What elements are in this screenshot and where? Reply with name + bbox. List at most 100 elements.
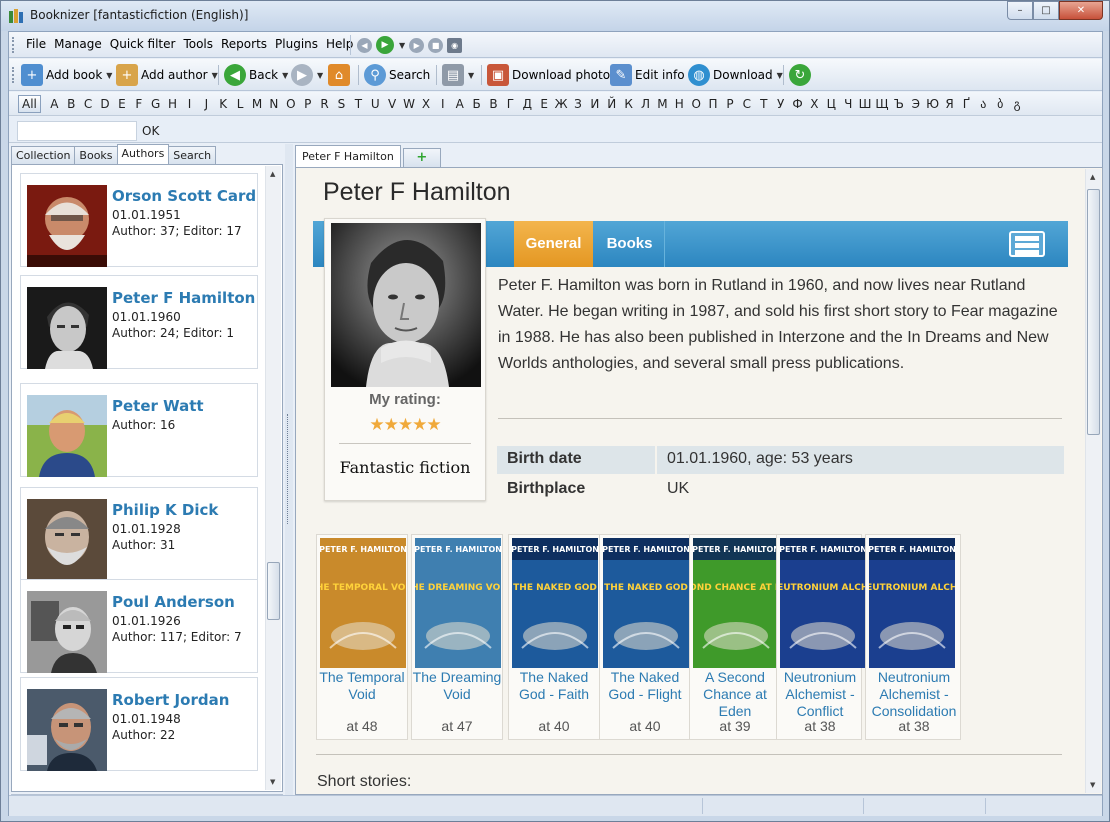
alphabet-letter[interactable]: В [485, 96, 502, 112]
book-title[interactable]: Neutronium Alchemist - Conflict [777, 669, 863, 720]
alphabet-letter[interactable]: C [80, 96, 97, 112]
alphabet-letter[interactable]: T [350, 96, 367, 112]
author-card[interactable]: Philip K Dick 01.01.1928 Author: 31 [20, 487, 258, 581]
chevron-down-icon[interactable]: ▼ [399, 41, 405, 50]
alphabet-letter[interactable]: Р [722, 96, 739, 112]
alphabet-letter[interactable]: X [417, 96, 434, 112]
download-button[interactable]: ◍ Download ▼ [688, 64, 783, 86]
alphabet-letter[interactable]: О [688, 96, 705, 112]
print-button[interactable]: ▤ ▼ [442, 64, 474, 86]
book-cover[interactable]: PETER F. HAMILTON THE NEUTRONIUM ALCHEMIS… [780, 538, 866, 668]
alphabet-letter[interactable]: U [367, 96, 384, 112]
chevron-down-icon[interactable]: ▼ [777, 71, 783, 80]
alphabet-letter[interactable]: A [46, 96, 63, 112]
book-title[interactable]: Neutronium Alchemist - Consolidation [866, 669, 962, 720]
chevron-down-icon[interactable]: ▼ [212, 71, 218, 80]
scroll-up-icon[interactable]: ▲ [1090, 173, 1095, 181]
alphabet-letter[interactable]: Ш [857, 96, 874, 112]
alphabet-letter[interactable]: Щ [874, 96, 891, 112]
alphabet-letter[interactable]: Ґ [958, 96, 975, 112]
alphabet-letter[interactable]: Й [603, 96, 620, 112]
tab-collection[interactable]: Collection [11, 146, 76, 164]
camera-icon[interactable]: ◉ [447, 37, 463, 53]
chevron-down-icon[interactable]: ▼ [468, 71, 474, 80]
filter-ok-button[interactable]: OK [142, 124, 159, 138]
alphabet-letter[interactable]: Я [941, 96, 958, 112]
author-name[interactable]: Robert Jordan [112, 691, 229, 709]
author-name[interactable]: Peter F Hamilton [112, 289, 255, 307]
book-card[interactable]: PETER F. HAMILTON THE NEUTRONIUM ALCHEMIS… [776, 534, 866, 740]
alphabet-all-button[interactable]: All [18, 95, 41, 113]
book-title[interactable]: A Second Chance at Eden [690, 669, 780, 720]
alphabet-letter[interactable]: К [620, 96, 637, 112]
alphabet-letter[interactable]: Д [519, 96, 536, 112]
book-card[interactable]: PETER F. HAMILTON THE NAKED GOD The Naked … [508, 534, 600, 740]
download-photo-button[interactable]: ▣ Download photo [487, 64, 610, 86]
menu-file[interactable]: File [23, 37, 49, 51]
alphabet-letter[interactable]: Л [637, 96, 654, 112]
scroll-thumb[interactable] [1087, 189, 1100, 435]
book-cover[interactable]: PETER F. HAMILTON THE NAKED GOD [512, 538, 598, 668]
alphabet-letter[interactable]: I [181, 96, 198, 112]
author-list-scrollbar[interactable]: ▲ ▼ [265, 166, 281, 790]
tab-books[interactable]: Books [595, 221, 665, 267]
back-button[interactable]: ◀ Back ▼ [224, 64, 288, 86]
alphabet-letter[interactable]: Ф [789, 96, 806, 112]
tab-search[interactable]: Search [168, 146, 217, 164]
forward-button[interactable]: ▶ ▼ [291, 64, 323, 86]
alphabet-letter[interactable]: J [198, 96, 215, 112]
play-icon[interactable]: ▶ [376, 36, 394, 54]
menu-manage[interactable]: Manage [51, 37, 105, 51]
alphabet-letter[interactable]: Н [671, 96, 688, 112]
alphabet-letter[interactable]: M [249, 96, 266, 112]
scroll-thumb[interactable] [267, 562, 280, 620]
home-button[interactable]: ⌂ [328, 64, 350, 86]
alphabet-letter[interactable]: L [232, 96, 249, 112]
alphabet-letter[interactable]: Т [755, 96, 772, 112]
tab-general[interactable]: General [514, 221, 593, 267]
scroll-down-icon[interactable]: ▼ [270, 778, 275, 786]
alphabet-letter[interactable]: С [738, 96, 755, 112]
database-icon[interactable] [1009, 231, 1045, 257]
alphabet-letter[interactable]: G [147, 96, 164, 112]
alphabet-letter[interactable]: А [451, 96, 468, 112]
alphabet-letter[interactable]: R [316, 96, 333, 112]
alphabet-letter[interactable]: М [654, 96, 671, 112]
alphabet-letter[interactable]: И [586, 96, 603, 112]
author-card[interactable]: Peter F Hamilton 01.01.1960 Author: 24; Ed… [20, 275, 258, 369]
add-author-button[interactable]: + Add author ▼ [116, 64, 218, 86]
alphabet-letter[interactable]: У [772, 96, 789, 112]
menu-tools[interactable]: Tools [180, 37, 216, 51]
book-cover[interactable]: PETER F. HAMILTON THE NEUTRONIUM ALCHEMIS… [869, 538, 955, 668]
author-name[interactable]: Philip K Dick [112, 501, 218, 519]
book-cover[interactable]: PETER F. HAMILTON THE NAKED GOD [603, 538, 689, 668]
alphabet-letter[interactable]: H [164, 96, 181, 112]
author-card[interactable]: Orson Scott Card 01.01.1951 Author: 37; Ed… [20, 173, 258, 267]
alphabet-letter[interactable]: Ю [924, 96, 941, 112]
alphabet-letter[interactable]: F [130, 96, 147, 112]
book-cover[interactable]: PETER F. HAMILTON THE DREAMING VOID [415, 538, 501, 668]
alphabet-letter[interactable]: D [97, 96, 114, 112]
book-title[interactable]: The Naked God - Faith [509, 669, 599, 703]
menu-reports[interactable]: Reports [218, 37, 270, 51]
alphabet-letter[interactable]: ბ [992, 96, 1009, 112]
chevron-down-icon[interactable]: ▼ [282, 71, 288, 80]
previous-icon[interactable]: ◀ [357, 37, 372, 53]
alphabet-letter[interactable]: S [333, 96, 350, 112]
alphabet-letter[interactable]: Б [468, 96, 485, 112]
stop-icon[interactable]: ■ [428, 37, 444, 53]
alphabet-letter[interactable]: B [63, 96, 80, 112]
detail-scrollbar[interactable]: ▲ ▼ [1085, 169, 1101, 793]
chevron-down-icon[interactable]: ▼ [317, 71, 323, 80]
alphabet-letter[interactable]: გ [1009, 96, 1026, 112]
filter-input[interactable] [17, 121, 137, 141]
author-card[interactable]: Robert Jordan 01.01.1948 Author: 22 [20, 677, 258, 771]
author-card[interactable]: Peter Watt Author: 16 [20, 383, 258, 477]
book-cover[interactable]: PETER F. HAMILTON THE TEMPORAL VOID [320, 538, 406, 668]
rating-stars[interactable]: ★★★★★ [325, 415, 485, 435]
sync-button[interactable]: ↻ [789, 64, 811, 86]
alphabet-letter[interactable]: Ж [553, 96, 570, 112]
author-name[interactable]: Orson Scott Card [112, 187, 256, 205]
tab-books[interactable]: Books [74, 146, 118, 164]
alphabet-letter[interactable]: K [215, 96, 232, 112]
